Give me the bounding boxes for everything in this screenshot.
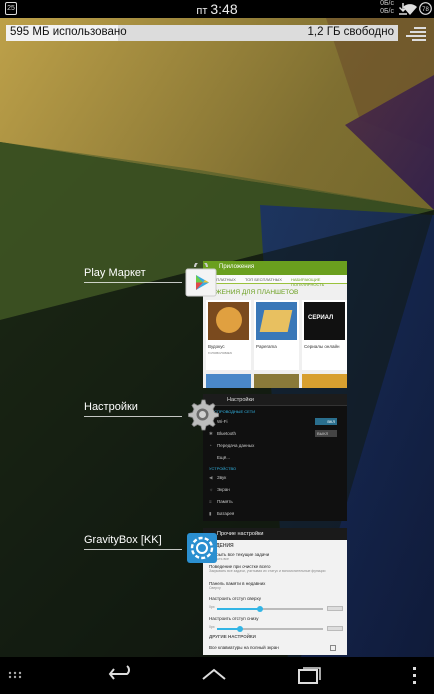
network-speed: 0Б/с 0Б/с xyxy=(372,0,394,16)
thumb-header: Прочие настройки xyxy=(203,528,347,540)
gravitybox-icon xyxy=(187,533,217,563)
battery-icon: 78 xyxy=(419,2,432,15)
recent-apps-screen: 25 пт 3:48 0Б/с 0Б/с 78 595 МБ использова… xyxy=(0,0,434,694)
label-divider xyxy=(84,282,182,283)
recents-icon[interactable] xyxy=(295,665,323,685)
thumb-app-card: Paperama xyxy=(254,300,299,370)
clear-all-icon xyxy=(414,27,426,29)
day-label: пт xyxy=(196,5,208,17)
thumb-section-title: ДРУГИЕ НАСТРОЙКИ xyxy=(209,634,256,639)
thumb-header: Настройки xyxy=(203,394,347,406)
thumb-tab: ТОП БЕСПЛАТНЫХ xyxy=(245,277,282,282)
thumb-row: Панель памяти в недавних Сверху xyxy=(209,581,266,590)
thumb-card-badge: СЕРИАЛ xyxy=(308,315,334,321)
battery-level: 78 xyxy=(422,7,429,13)
thumb-tab: НАБИРАЮЩИЕ ПОПУЛЯРНОСТЬ xyxy=(291,277,325,287)
net-up: 0Б/с xyxy=(380,0,394,7)
thumb-card-title: Вудокус xyxy=(208,344,225,349)
net-down: 0Б/с xyxy=(380,8,394,15)
status-bar: 25 пт 3:48 0Б/с 0Б/с 78 xyxy=(0,0,434,18)
memory-free-label: 1,2 ГБ свободно xyxy=(307,26,394,38)
time-label: 3:48 xyxy=(210,1,238,17)
thumb-row: ☼ Экран xyxy=(209,487,230,492)
thumb-app-card: СЕРИАЛ Сериалы онлайн xyxy=(302,300,347,370)
thumb-header: Приложения xyxy=(203,261,347,275)
thumb-row: ✱ Bluetooth xyxy=(209,431,237,436)
recent-app-thumbnail[interactable]: Настройки БЕСПРОВОДНЫЕ СЕТИ ▾Wi-Fi ВКЛ ✱… xyxy=(203,394,347,521)
thumb-row: Ещё... xyxy=(217,455,230,460)
thumb-header-title: Прочие настройки xyxy=(217,531,264,537)
thumb-row: Настроить отступ снизу xyxy=(209,616,259,621)
clear-all-button[interactable] xyxy=(404,25,426,43)
back-icon[interactable] xyxy=(107,665,135,685)
home-icon[interactable] xyxy=(200,665,228,685)
thumb-tabs: ТОП ПЛАТНЫХ ТОП БЕСПЛАТНЫХ НАБИРАЮЩИЕ ПО… xyxy=(203,275,347,287)
thumb-row: ◀ Звук xyxy=(209,475,227,480)
thumb-row: Поведение при очистке всего Закрывать вс… xyxy=(209,564,326,573)
recent-app-thumbnail[interactable]: Прочие настройки ВЕДЕНИЯ Закрыть все тек… xyxy=(203,528,347,655)
thumb-section-title: РЕЖЕНИЯ ДЛЯ ПЛАНШЕТОВ xyxy=(207,289,299,296)
navigation-bar xyxy=(0,657,434,694)
thumb-row: Настроить отступ сверху xyxy=(209,596,261,601)
thumb-card-title: Paperama xyxy=(256,344,277,349)
thumb-card-title: Сериалы онлайн xyxy=(304,344,340,349)
thumb-section-title: УСТРОЙСТВО xyxy=(209,466,237,471)
thumb-row: Все клавиатуры на полный экран xyxy=(209,645,279,650)
dots-icon xyxy=(8,671,22,679)
thumb-header-title: Приложения xyxy=(219,264,255,270)
slider-value: 0px xyxy=(209,625,215,629)
recent-app-thumbnail[interactable]: Приложения ТОП ПЛАТНЫХ ТОП БЕСПЛАТНЫХ НА… xyxy=(203,261,347,388)
thumb-app-card: Вудокус головоломка xyxy=(206,300,251,370)
thumb-row: ◔ Передача данных xyxy=(209,443,255,448)
settings-gear-icon xyxy=(188,399,219,431)
clock: пт 3:48 xyxy=(0,1,434,17)
recent-app-label: Настройки xyxy=(84,401,138,413)
thumb-checkbox xyxy=(330,645,336,651)
recent-app-label: GravityBox [KK] xyxy=(84,534,162,546)
memory-bar: 595 МБ использовано 1,2 ГБ свободно xyxy=(6,25,398,41)
memory-used-label: 595 МБ использовано xyxy=(10,26,127,38)
thumb-row: ≡ Память xyxy=(209,499,233,504)
wifi-icon xyxy=(403,4,417,15)
thumb-card-sub: головоломка xyxy=(208,350,232,355)
label-divider xyxy=(84,549,182,550)
thumb-header-title: Настройки xyxy=(227,397,254,403)
play-store-icon xyxy=(185,263,217,297)
thumb-row: Закрыть все текущие задачи Закрыть все xyxy=(209,552,270,561)
slider-value: 0px xyxy=(209,605,215,609)
thumb-row: ▮ Батарея xyxy=(209,511,235,516)
menu-icon[interactable] xyxy=(411,666,419,686)
wifi-toggle: ВКЛ xyxy=(315,418,337,425)
recent-app-label: Play Маркет xyxy=(84,267,146,279)
label-divider xyxy=(84,416,182,417)
bluetooth-toggle: ВЫКЛ xyxy=(315,430,337,437)
